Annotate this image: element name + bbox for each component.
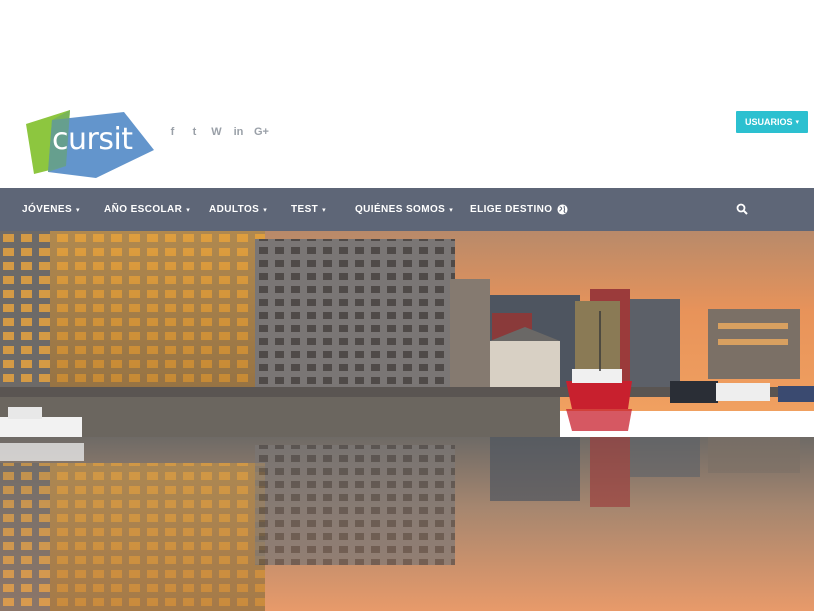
social-links: f t W in G+ xyxy=(166,126,269,138)
nav-item-label: JÓVENES xyxy=(22,204,73,215)
chevron-down-icon: ▾ xyxy=(795,119,800,126)
logo-text: cursit xyxy=(52,122,133,157)
search-icon[interactable] xyxy=(736,203,748,215)
users-label: USUARIOS xyxy=(744,117,793,127)
google-plus-icon[interactable]: G+ xyxy=(254,126,269,138)
nav-item-ano-escolar[interactable]: AÑO ESCOLAR ▾ xyxy=(104,188,190,231)
site-header: cursit f t W in G+ USUARIOS ▾ xyxy=(0,0,814,188)
nav-item-test[interactable]: TEST ▾ xyxy=(291,188,326,231)
nav-item-jovenes[interactable]: JÓVENES ▾ xyxy=(22,188,80,231)
chevron-down-icon: ▾ xyxy=(322,206,327,214)
chevron-down-icon: ▾ xyxy=(263,206,268,214)
nav-item-label: AÑO ESCOLAR xyxy=(104,204,183,215)
chevron-down-icon: ▾ xyxy=(76,206,80,214)
nav-item-elige-destino[interactable]: ELIGE DESTINO xyxy=(470,188,568,231)
chevron-down-icon: ▾ xyxy=(449,206,454,214)
page: cursit f t W in G+ USUARIOS ▾ JÓVENES ▾ … xyxy=(0,0,814,611)
nav-item-label: ELIGE DESTINO xyxy=(470,204,553,215)
main-nav: JÓVENES ▾ AÑO ESCOLAR ▾ ADULTOS ▾ TEST ▾… xyxy=(0,188,814,231)
chevron-down-icon: ▾ xyxy=(186,206,191,214)
twitter-icon[interactable]: t xyxy=(188,126,201,138)
nav-item-adultos[interactable]: ADULTOS ▾ xyxy=(209,188,267,231)
users-dropdown-button[interactable]: USUARIOS ▾ xyxy=(736,111,808,133)
hero-harbor-image xyxy=(0,231,814,611)
facebook-icon[interactable]: f xyxy=(166,126,179,138)
nav-item-quienes-somos[interactable]: QUIÉNES SOMOS ▾ xyxy=(355,188,453,231)
wordpress-icon[interactable]: W xyxy=(210,126,223,138)
nav-item-label: ADULTOS xyxy=(209,204,260,215)
nav-item-label: TEST xyxy=(291,204,319,215)
globe-icon xyxy=(557,204,568,215)
nav-item-label: QUIÉNES SOMOS xyxy=(355,204,446,215)
linkedin-icon[interactable]: in xyxy=(232,126,245,138)
